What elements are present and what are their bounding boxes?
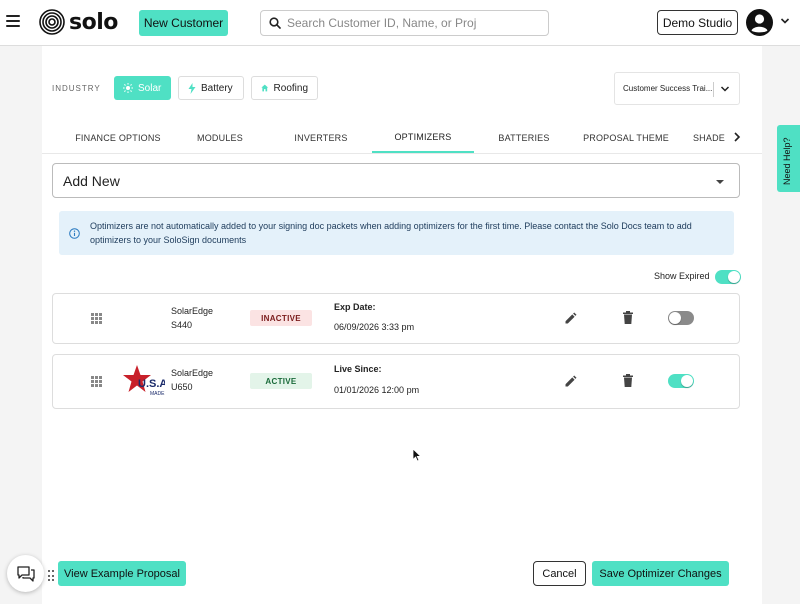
search-box bbox=[260, 10, 549, 36]
optimizer-row: U.S.A. MADE SolarEdge U650 ACTIVE Live S… bbox=[52, 354, 740, 409]
show-expired-toggle[interactable] bbox=[715, 270, 741, 284]
usa-made-badge: U.S.A. MADE bbox=[123, 365, 165, 397]
edit-icon[interactable] bbox=[565, 312, 577, 324]
home-icon bbox=[261, 84, 269, 92]
optimizer-manufacturer: SolarEdge bbox=[171, 368, 214, 378]
solo-logo[interactable]: solo bbox=[39, 9, 118, 35]
add-new-label: Add New bbox=[63, 172, 120, 189]
optimizer-model: S440 bbox=[171, 320, 193, 330]
chat-icon bbox=[16, 565, 35, 582]
cancel-button[interactable]: Cancel bbox=[533, 561, 586, 586]
proposal-select-value: Customer Success Trai... bbox=[623, 84, 713, 93]
chip-label: Battery bbox=[201, 82, 233, 94]
show-expired-label: Show Expired bbox=[654, 271, 710, 281]
new-customer-button[interactable]: New Customer bbox=[139, 10, 228, 36]
caret-down-icon bbox=[716, 180, 724, 184]
tab-optimizers[interactable]: OPTIMIZERS bbox=[372, 123, 474, 153]
mouse-cursor-icon bbox=[412, 448, 422, 462]
chevron-down-icon[interactable] bbox=[780, 17, 790, 25]
sun-icon bbox=[123, 83, 133, 93]
drag-handle-icon[interactable] bbox=[91, 313, 102, 324]
info-banner: Optimizers are not automatically added t… bbox=[59, 211, 734, 255]
date-label: Live Since: bbox=[334, 364, 382, 374]
industry-chip-solar[interactable]: Solar bbox=[114, 76, 171, 100]
proposal-select[interactable]: Customer Success Trai... bbox=[614, 72, 740, 105]
chat-button[interactable] bbox=[7, 555, 44, 592]
chevron-right-icon[interactable] bbox=[733, 131, 741, 143]
tabs-divider bbox=[42, 153, 762, 154]
drag-handle-icon[interactable] bbox=[91, 376, 102, 387]
date-value: 01/01/2026 12:00 pm bbox=[334, 385, 420, 395]
logo-text: solo bbox=[69, 9, 118, 35]
menu-icon[interactable] bbox=[6, 14, 20, 28]
chat-drag-handle-icon[interactable] bbox=[48, 570, 56, 582]
optimizer-row: SolarEdge S440 INACTIVE Exp Date: 06/09/… bbox=[52, 293, 740, 344]
tab-batteries[interactable]: BATTERIES bbox=[492, 123, 556, 153]
search-icon bbox=[269, 17, 281, 29]
status-badge: INACTIVE bbox=[250, 310, 312, 326]
edit-icon[interactable] bbox=[565, 375, 577, 387]
date-value: 06/09/2026 3:33 pm bbox=[334, 322, 415, 332]
toggle-knob bbox=[669, 312, 681, 324]
svg-text:MADE: MADE bbox=[150, 391, 165, 397]
info-icon bbox=[69, 228, 80, 239]
need-help-tab[interactable]: Need Help? bbox=[777, 125, 800, 192]
trash-icon[interactable] bbox=[623, 374, 633, 387]
svg-text:U.S.A.: U.S.A. bbox=[138, 378, 165, 390]
tab-shade[interactable]: SHADE bbox=[689, 123, 729, 153]
top-bar: solo New Customer Demo Studio bbox=[0, 0, 800, 46]
search-input[interactable] bbox=[287, 16, 547, 30]
need-help-label: Need Help? bbox=[782, 137, 792, 185]
toggle-knob bbox=[728, 271, 740, 283]
chip-label: Solar bbox=[138, 82, 162, 94]
date-label: Exp Date: bbox=[334, 302, 376, 312]
info-text: Optimizers are not automatically added t… bbox=[90, 221, 692, 245]
chevron-down-icon bbox=[720, 86, 730, 92]
optimizer-enabled-toggle[interactable] bbox=[668, 311, 694, 325]
view-example-proposal-button[interactable]: View Example Proposal bbox=[58, 561, 186, 586]
tab-proposal-theme[interactable]: PROPOSAL THEME bbox=[580, 123, 672, 153]
toggle-knob bbox=[681, 375, 693, 387]
industry-chip-battery[interactable]: Battery bbox=[178, 76, 244, 100]
select-divider bbox=[713, 82, 714, 97]
optimizer-model: U650 bbox=[171, 382, 193, 392]
bolt-icon bbox=[188, 82, 196, 94]
chip-label: Roofing bbox=[273, 82, 308, 94]
save-optimizer-changes-button[interactable]: Save Optimizer Changes bbox=[592, 561, 729, 586]
industry-label: INDUSTRY bbox=[52, 84, 101, 93]
avatar-icon[interactable] bbox=[746, 9, 773, 36]
industry-chip-roofing[interactable]: Roofing bbox=[251, 76, 318, 100]
studio-button[interactable]: Demo Studio bbox=[657, 10, 738, 35]
status-badge: ACTIVE bbox=[250, 373, 312, 389]
optimizer-manufacturer: SolarEdge bbox=[171, 306, 214, 316]
tab-modules[interactable]: MODULES bbox=[186, 123, 254, 153]
tab-inverters[interactable]: INVERTERS bbox=[287, 123, 355, 153]
add-new-dropdown[interactable]: Add New bbox=[52, 163, 740, 198]
solo-logo-mark-icon bbox=[39, 9, 65, 35]
tab-finance-options[interactable]: FINANCE OPTIONS bbox=[72, 123, 164, 153]
optimizer-enabled-toggle[interactable] bbox=[668, 374, 694, 388]
trash-icon[interactable] bbox=[623, 311, 633, 324]
